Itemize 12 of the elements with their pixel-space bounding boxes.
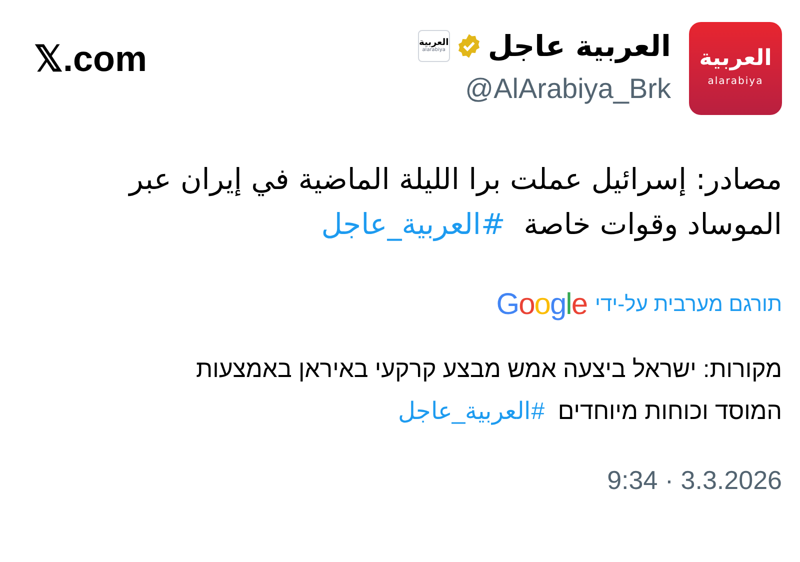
- account-handle: @AlArabiya_Brk: [465, 72, 671, 106]
- translation-label[interactable]: תורגם מערבית על-ידי: [595, 289, 782, 320]
- timestamp: 9:34 · 3.3.2026: [606, 464, 782, 496]
- hashtag-link[interactable]: #العربية_عاجل: [321, 207, 506, 241]
- google-logo: Google: [496, 290, 588, 320]
- logo-text: العربية: [699, 48, 772, 70]
- tweet-text: مصادر: إسرائيل عملت برا الليلة الماضية في إيران عبر الموساد وقوات خاصة #العربية_عاجل: [127, 161, 782, 244]
- hashtag-link[interactable]: #العربية_عاجل: [398, 398, 545, 424]
- translated-text: מקורות: ישראל ביצעה אמש מבצע קרקעי באיראן באמצעות המוסד וכוחות מיוחדים #العربية_عاجل: [195, 354, 782, 427]
- site-name: 𝕏.com: [34, 37, 148, 81]
- badge-logo-text: العربية: [419, 39, 449, 48]
- logo-subtext: alarabiya: [708, 75, 764, 89]
